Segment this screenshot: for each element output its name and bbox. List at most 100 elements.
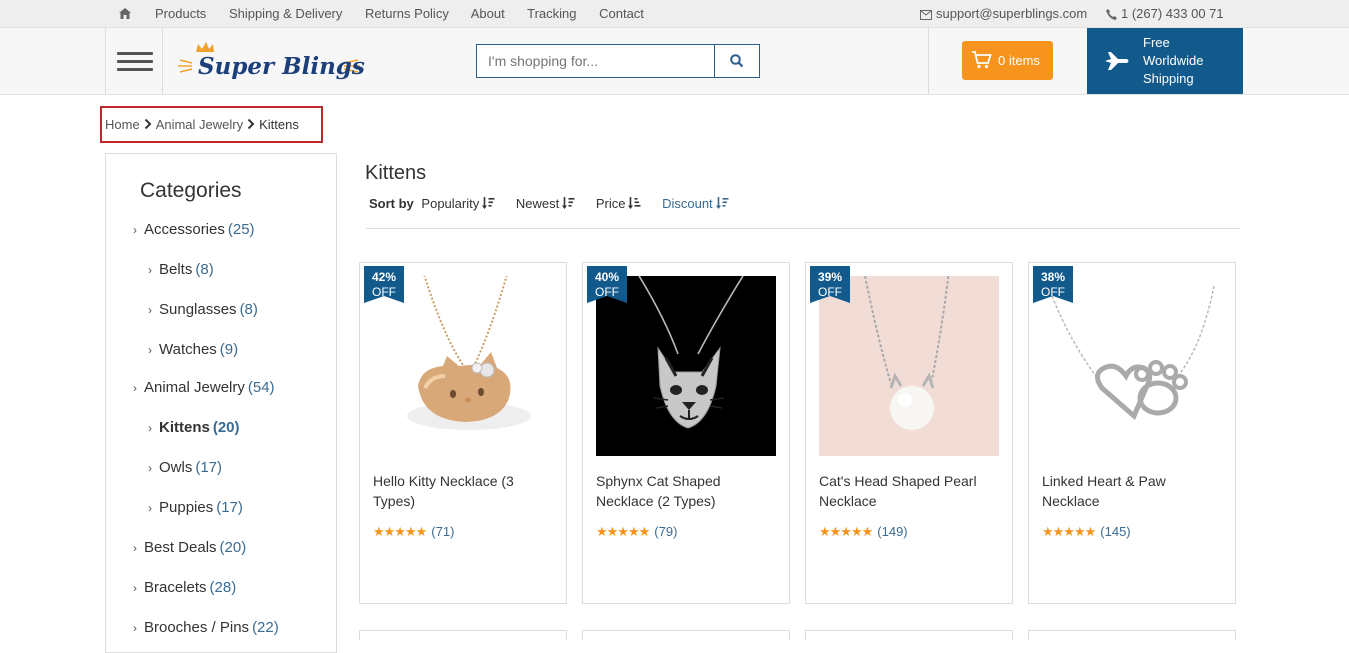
- review-count[interactable]: (79): [654, 524, 677, 539]
- sidebar-item-brooches-pins[interactable]: › Brooches / Pins (22): [133, 619, 279, 636]
- sort-bar: Sort by Popularity Newest Price Discount: [369, 196, 746, 211]
- product-name[interactable]: Linked Heart & Paw Necklace: [1042, 471, 1222, 511]
- cart-icon: [972, 51, 992, 69]
- chevron-right-icon: ›: [148, 421, 152, 435]
- sidebar-item-animal-jewelry[interactable]: › Animal Jewelry (54): [133, 379, 275, 396]
- sidebar-item-belts[interactable]: › Belts (8): [148, 261, 214, 278]
- discount-percent: 40%: [594, 270, 620, 284]
- discount-off: OFF: [1041, 285, 1065, 299]
- heart-paw-necklace-image: [1051, 285, 1215, 421]
- search-box: [476, 44, 760, 78]
- top-nav-products[interactable]: Products: [155, 6, 206, 21]
- product-card[interactable]: [359, 630, 567, 640]
- product-card[interactable]: 40% OFF Sphynx Cat Shaped Necklace (2 Ty…: [582, 262, 790, 604]
- top-nav-contact[interactable]: Contact: [599, 6, 644, 21]
- chevron-right-icon: ›: [148, 343, 152, 357]
- product-name[interactable]: Hello Kitty Necklace (3 Types): [373, 471, 553, 511]
- review-count[interactable]: (149): [877, 524, 907, 539]
- product-card[interactable]: [582, 630, 790, 640]
- product-image[interactable]: [819, 276, 999, 456]
- header-divider: [928, 28, 929, 94]
- hamburger-line: [117, 60, 153, 63]
- sidebar-item-count: (9): [219, 341, 239, 358]
- airplane-icon: [1105, 52, 1129, 70]
- top-nav-returns[interactable]: Returns Policy: [365, 6, 449, 21]
- sort-price[interactable]: Price: [596, 196, 642, 211]
- sidebar-item-bracelets[interactable]: › Bracelets (28): [133, 579, 236, 596]
- sort-option-label: Popularity: [421, 196, 480, 211]
- sidebar-item-label: Kittens: [159, 419, 210, 436]
- support-phone-text: 1 (267) 433 00 71: [1121, 6, 1224, 21]
- cart-button[interactable]: 0 items: [962, 41, 1053, 80]
- hamburger-line: [117, 68, 153, 71]
- product-image[interactable]: [596, 276, 776, 456]
- sidebar-item-label: Owls: [159, 459, 193, 476]
- discount-percent: 38%: [1040, 270, 1066, 284]
- sidebar-item-label: Best Deals: [144, 539, 217, 556]
- breadcrumb-animal-jewelry[interactable]: Animal Jewelry: [156, 117, 243, 132]
- chevron-right-icon: [144, 119, 152, 129]
- envelope-icon: [920, 10, 932, 20]
- product-card[interactable]: [1028, 630, 1236, 640]
- sidebar-item-kittens[interactable]: › Kittens (20): [148, 419, 240, 436]
- product-card[interactable]: [805, 630, 1013, 640]
- discount-off: OFF: [372, 285, 396, 299]
- search-icon: [730, 54, 744, 68]
- sidebar-item-puppies[interactable]: › Puppies (17): [148, 499, 243, 516]
- sidebar-item-sunglasses[interactable]: › Sunglasses (8): [148, 301, 258, 318]
- top-nav-tracking[interactable]: Tracking: [527, 6, 576, 21]
- sort-newest[interactable]: Newest: [516, 196, 575, 211]
- sort-popularity[interactable]: Popularity: [421, 196, 495, 211]
- review-count[interactable]: (71): [431, 524, 454, 539]
- top-utility-bar: Products Shipping & Delivery Returns Pol…: [0, 0, 1349, 28]
- discount-badge: 40% OFF: [587, 266, 627, 303]
- sidebar-item-label: Belts: [159, 261, 193, 278]
- sidebar-item-watches[interactable]: › Watches (9): [148, 341, 238, 358]
- sidebar-item-label: Bracelets: [144, 579, 207, 596]
- breadcrumb-home[interactable]: Home: [105, 117, 140, 132]
- divider: [366, 228, 1240, 229]
- top-nav-about[interactable]: About: [471, 6, 505, 21]
- home-icon[interactable]: [119, 8, 131, 19]
- sidebar-item-count: (17): [216, 499, 243, 516]
- breadcrumb: Home Animal Jewelry Kittens: [100, 106, 323, 143]
- sidebar-item-count: (22): [252, 619, 279, 636]
- sidebar-item-accessories[interactable]: › Accessories (25): [133, 221, 255, 238]
- search-input[interactable]: [477, 45, 715, 77]
- product-image[interactable]: [1042, 276, 1222, 456]
- product-name[interactable]: Cat's Head Shaped Pearl Necklace: [819, 471, 999, 511]
- chevron-right-icon: [247, 119, 255, 129]
- product-image[interactable]: [373, 276, 553, 456]
- cart-count: 0 items: [998, 53, 1040, 68]
- chevron-right-icon: ›: [148, 303, 152, 317]
- sidebar-item-label: Brooches / Pins: [144, 619, 250, 636]
- chevron-right-icon: ›: [133, 541, 137, 555]
- chevron-right-icon: ›: [133, 621, 137, 635]
- hamburger-menu-button[interactable]: [105, 28, 163, 94]
- star-rating-icon: ★★★★★: [819, 524, 873, 539]
- top-nav-shipping[interactable]: Shipping & Delivery: [229, 6, 342, 21]
- star-rating-icon: ★★★★★: [596, 524, 650, 539]
- product-card[interactable]: 38% OFF Linked Heart & Paw Necklace ★★★★…: [1028, 262, 1236, 604]
- support-email[interactable]: support@superblings.com: [920, 6, 1087, 21]
- category-sidebar: Categories › Accessories (25) › Belts (8) › S…: [105, 153, 337, 653]
- sidebar-item-label: Watches: [159, 341, 217, 358]
- site-logo[interactable]: Super Blings: [176, 40, 365, 86]
- sidebar-item-best-deals[interactable]: › Best Deals (20): [133, 539, 246, 556]
- discount-badge: 39% OFF: [810, 266, 850, 303]
- review-count[interactable]: (145): [1100, 524, 1130, 539]
- phone-icon: [1106, 9, 1117, 20]
- product-name[interactable]: Sphynx Cat Shaped Necklace (2 Types): [596, 471, 776, 511]
- search-button[interactable]: [714, 45, 759, 77]
- sort-desc-icon: [562, 197, 575, 209]
- sidebar-item-owls[interactable]: › Owls (17): [148, 459, 222, 476]
- chevron-right-icon: ›: [148, 501, 152, 515]
- sidebar-item-count: (8): [195, 261, 214, 278]
- product-card[interactable]: 42% OFF Hello Kitty Necklace (3 Types) ★…: [359, 262, 567, 604]
- sort-desc-icon: [715, 197, 729, 209]
- support-phone[interactable]: 1 (267) 433 00 71: [1106, 6, 1224, 21]
- sort-discount[interactable]: Discount: [662, 196, 729, 211]
- sort-desc-icon: [482, 197, 495, 209]
- product-card[interactable]: 39% OFF Cat's Head Shaped Pearl Necklace…: [805, 262, 1013, 604]
- free-shipping-banner: Free Worldwide Shipping: [1087, 28, 1243, 94]
